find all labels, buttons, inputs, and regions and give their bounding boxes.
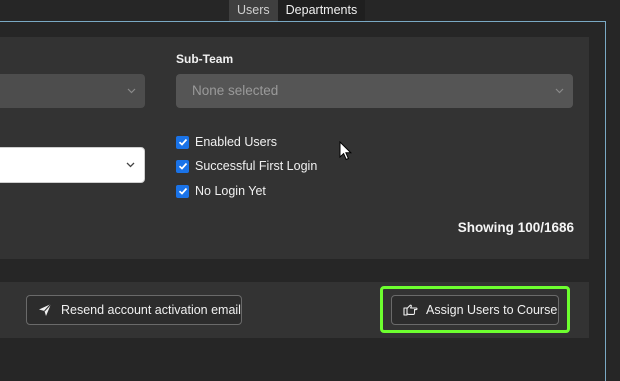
- team-select[interactable]: [0, 74, 145, 108]
- mouse-pointer-icon: [339, 140, 353, 161]
- checkbox-enabled-users[interactable]: Enabled Users: [176, 134, 277, 150]
- results-count: Showing 100/1686: [457, 220, 574, 235]
- resend-activation-button[interactable]: Resend account activation email: [26, 295, 242, 325]
- checkbox-no-login-yet[interactable]: No Login Yet: [176, 183, 266, 199]
- send-icon: [37, 302, 53, 318]
- chevron-down-icon: [555, 86, 564, 95]
- tab-departments[interactable]: Departments: [277, 0, 366, 21]
- checkbox-checked-icon[interactable]: [176, 184, 189, 198]
- checkbox-checked-icon[interactable]: [176, 135, 189, 149]
- hand-pointer-icon: [402, 302, 418, 318]
- checkbox-label: No Login Yet: [195, 184, 266, 198]
- assign-users-to-course-button[interactable]: Assign Users to Course: [391, 295, 559, 325]
- resend-activation-label: Resend account activation email: [61, 303, 241, 317]
- subteam-label: Sub-Team: [176, 52, 234, 66]
- assign-users-label: Assign Users to Course: [426, 303, 558, 317]
- subteam-select[interactable]: None selected: [176, 74, 573, 108]
- tab-bar: Users Departments: [229, 0, 366, 21]
- tab-users[interactable]: Users: [229, 0, 278, 21]
- checkbox-checked-icon[interactable]: [176, 159, 189, 173]
- role-select[interactable]: [0, 147, 145, 183]
- checkbox-successful-first-login[interactable]: Successful First Login: [176, 158, 317, 174]
- chevron-down-icon: [127, 86, 136, 95]
- subteam-select-value: None selected: [192, 83, 279, 98]
- chevron-down-icon: [126, 160, 135, 169]
- checkbox-label: Successful First Login: [195, 159, 318, 173]
- checkbox-label: Enabled Users: [195, 135, 277, 149]
